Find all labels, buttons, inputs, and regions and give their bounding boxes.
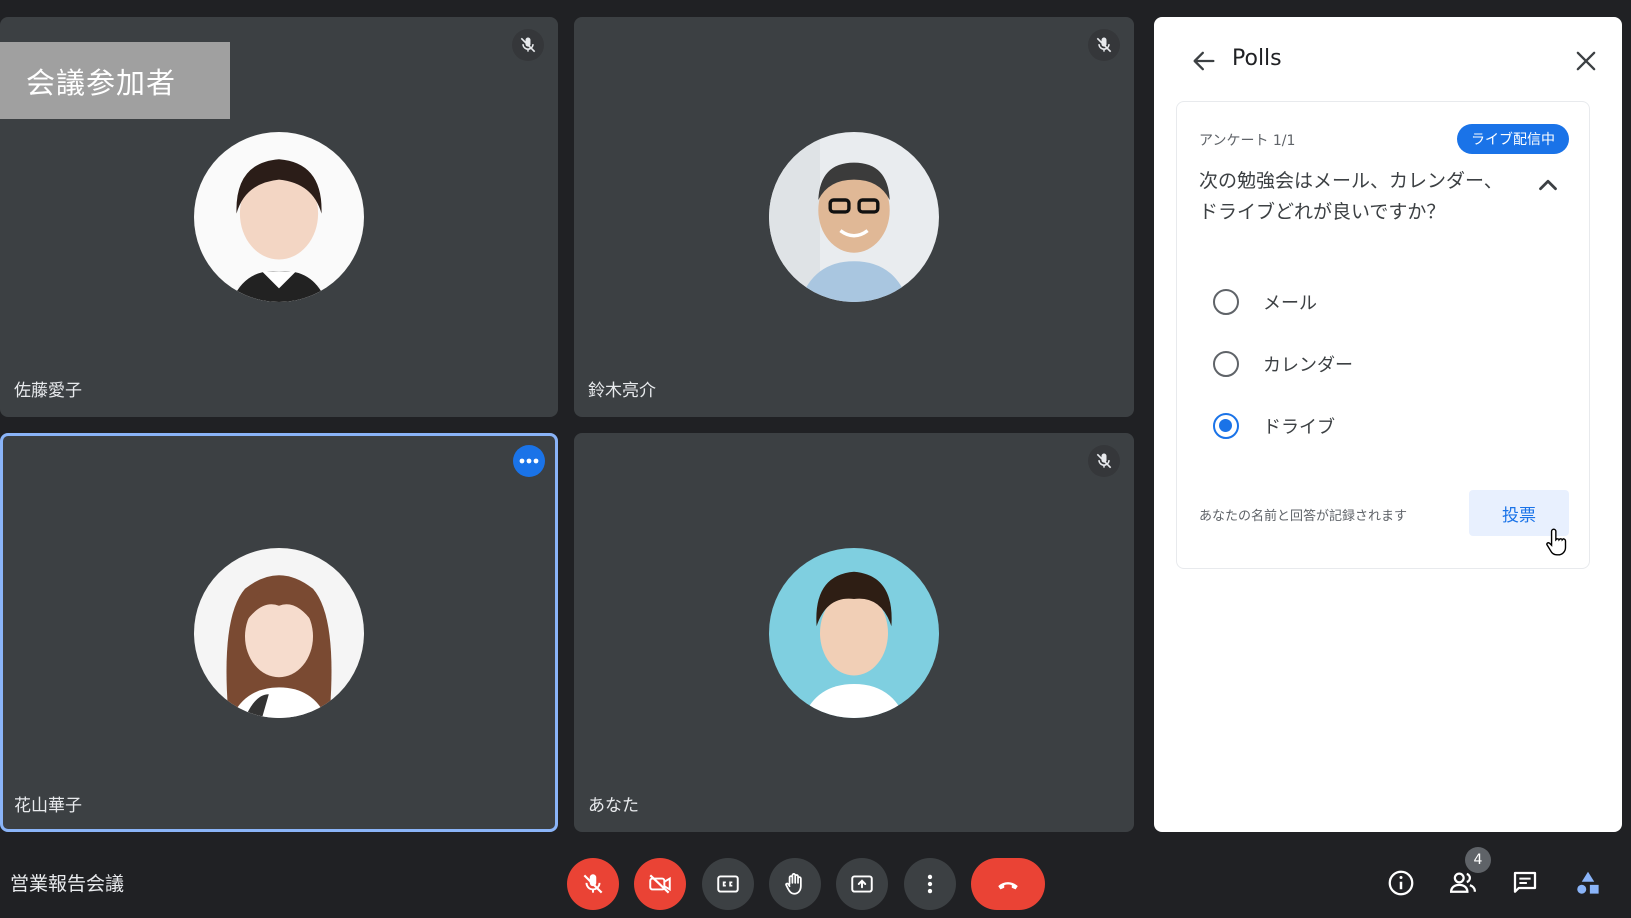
poll-question: 次の勉強会はメール、カレンダー、ドライブどれが良いですか？ — [1199, 170, 1503, 223]
captions-button[interactable] — [702, 858, 754, 910]
poll-option-drive[interactable]: ドライブ — [1213, 406, 1335, 446]
poll-option-calendar[interactable]: カレンダー — [1213, 344, 1353, 384]
avatar — [769, 547, 939, 718]
more-vert-icon — [927, 874, 933, 894]
camera-toggle-button[interactable] — [634, 858, 686, 910]
live-badge: ライブ配信中 — [1457, 124, 1569, 154]
chat-icon — [1513, 871, 1537, 893]
record-note: あなたの名前と回答が記録されます — [1199, 509, 1408, 524]
participant-tile-3[interactable]: 花山華子 — [0, 433, 558, 832]
option-label: ドライブ — [1263, 417, 1335, 438]
more-options-button[interactable] — [904, 858, 956, 910]
mic-off-icon — [1088, 445, 1120, 477]
activities-icon — [1577, 871, 1599, 894]
participant-tile-4[interactable]: あなた — [574, 433, 1134, 832]
participant-count-badge: 4 — [1465, 847, 1491, 873]
panel-header: Polls — [1154, 17, 1622, 97]
radio-button-checked[interactable] — [1213, 413, 1239, 439]
polls-panel: Polls アンケート 1/1 ライブ配信中 次の勉強会はメール、カレンダー、ド… — [1154, 17, 1622, 832]
radio-button[interactable] — [1213, 289, 1239, 315]
participant-name: あなた — [588, 796, 639, 816]
meeting-info-button[interactable] — [1384, 866, 1418, 900]
mic-toggle-button[interactable] — [567, 858, 619, 910]
chevron-up-icon[interactable] — [1533, 170, 1563, 200]
option-label: メール — [1263, 293, 1317, 314]
participant-name: 佐藤愛子 — [14, 381, 82, 401]
participants-banner: 会議参加者 — [0, 42, 230, 119]
activities-button[interactable] — [1571, 866, 1605, 900]
raise-hand-button[interactable] — [769, 858, 821, 910]
avatar — [194, 132, 364, 302]
poll-option-mail[interactable]: メール — [1213, 282, 1317, 322]
info-icon — [1388, 870, 1414, 896]
poll-card: アンケート 1/1 ライブ配信中 次の勉強会はメール、カレンダー、ドライブどれが… — [1176, 101, 1590, 569]
raise-hand-icon — [785, 873, 802, 895]
end-call-button[interactable] — [971, 858, 1045, 910]
more-options-icon[interactable] — [513, 445, 545, 477]
avatar — [769, 132, 939, 302]
participant-tile-2[interactable]: 鈴木亮介 — [574, 17, 1134, 417]
panel-title: Polls — [1232, 46, 1282, 71]
poll-count: アンケート 1/1 — [1199, 133, 1296, 149]
mic-off-icon — [583, 874, 603, 894]
back-arrow-icon[interactable] — [1190, 47, 1218, 75]
avatar — [194, 547, 364, 718]
participant-name: 花山華子 — [14, 796, 82, 816]
radio-button[interactable] — [1213, 351, 1239, 377]
participant-name: 鈴木亮介 — [588, 381, 656, 401]
mic-off-icon — [512, 29, 544, 61]
camera-off-icon — [649, 874, 671, 894]
present-screen-button[interactable] — [836, 858, 888, 910]
option-label: カレンダー — [1263, 355, 1353, 376]
close-icon[interactable] — [1572, 47, 1600, 75]
end-call-icon — [998, 882, 1018, 890]
present-screen-icon — [851, 875, 873, 893]
mic-off-icon — [1088, 29, 1120, 61]
chat-button[interactable] — [1508, 866, 1542, 900]
hand-cursor-icon — [1546, 528, 1567, 556]
closed-captions-icon — [717, 875, 739, 893]
meeting-title: 営業報告会議 — [10, 873, 125, 895]
